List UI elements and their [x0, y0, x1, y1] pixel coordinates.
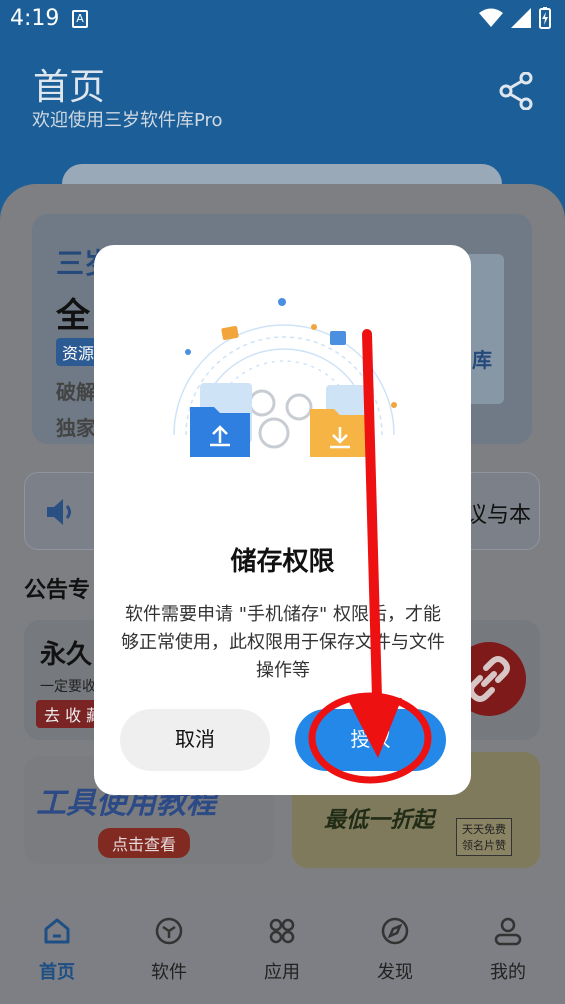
card3-button[interactable]: 点击查看	[98, 828, 191, 858]
permission-dialog: 储存权限 软件需要申请 "手机储存" 权限后，才能够正常使用，此权限用于保存文件…	[94, 245, 471, 795]
tab-apps-label: 应用	[264, 962, 300, 983]
card4-badge: 天天免费 领名片赞	[456, 818, 512, 856]
dialog-message: 软件需要申请 "手机储存" 权限后，才能够正常使用，此权限用于保存文件与文件操作…	[121, 604, 445, 681]
notification-icon: A	[72, 10, 88, 28]
tab-discover-label: 发现	[377, 962, 413, 983]
cancel-button[interactable]: 取消	[120, 709, 270, 771]
bottom-tab-bar: 首页 软件 应用 发现 我的	[0, 898, 565, 1004]
card1-title: 永久	[40, 640, 93, 670]
dialog-title: 储存权限	[230, 547, 335, 577]
card4-title: 最低一折起	[324, 808, 435, 833]
tab-software[interactable]: 软件	[129, 916, 209, 984]
battery-icon	[539, 7, 551, 29]
system-icons	[479, 7, 551, 29]
tab-software-label: 软件	[151, 962, 187, 983]
speaker-icon	[47, 499, 71, 525]
apps-icon	[269, 918, 295, 944]
banner-right-text: 库	[472, 348, 492, 372]
tab-home[interactable]: 首页	[17, 916, 97, 984]
user-icon	[494, 917, 522, 946]
status-time: 4:19	[10, 6, 60, 31]
share-icon[interactable]	[499, 72, 533, 110]
wifi-icon	[479, 8, 503, 27]
page-title: 首页	[33, 67, 106, 108]
compass-icon	[381, 917, 409, 945]
banner-line2: 全	[56, 296, 90, 336]
notice-text: 议与本	[464, 503, 531, 528]
authorize-button[interactable]: 授权	[295, 709, 446, 771]
banner-line4: 破解	[56, 380, 96, 404]
card1-subtitle: 一定要收	[40, 679, 96, 695]
tab-discover[interactable]: 发现	[355, 916, 435, 984]
tab-me[interactable]: 我的	[468, 916, 548, 984]
cube-icon	[155, 917, 183, 945]
page-subtitle: 欢迎使用三岁软件库Pro	[32, 110, 223, 131]
tab-me-label: 我的	[490, 962, 526, 983]
status-bar: 4:19 A	[0, 0, 565, 38]
section-title: 公告专	[24, 578, 91, 603]
banner-line5: 独家	[56, 416, 96, 440]
storage-illustration	[173, 298, 397, 457]
home-icon	[44, 918, 70, 944]
tab-home-label: 首页	[39, 962, 75, 983]
tab-apps[interactable]: 应用	[242, 916, 322, 984]
signal-icon	[511, 8, 531, 28]
